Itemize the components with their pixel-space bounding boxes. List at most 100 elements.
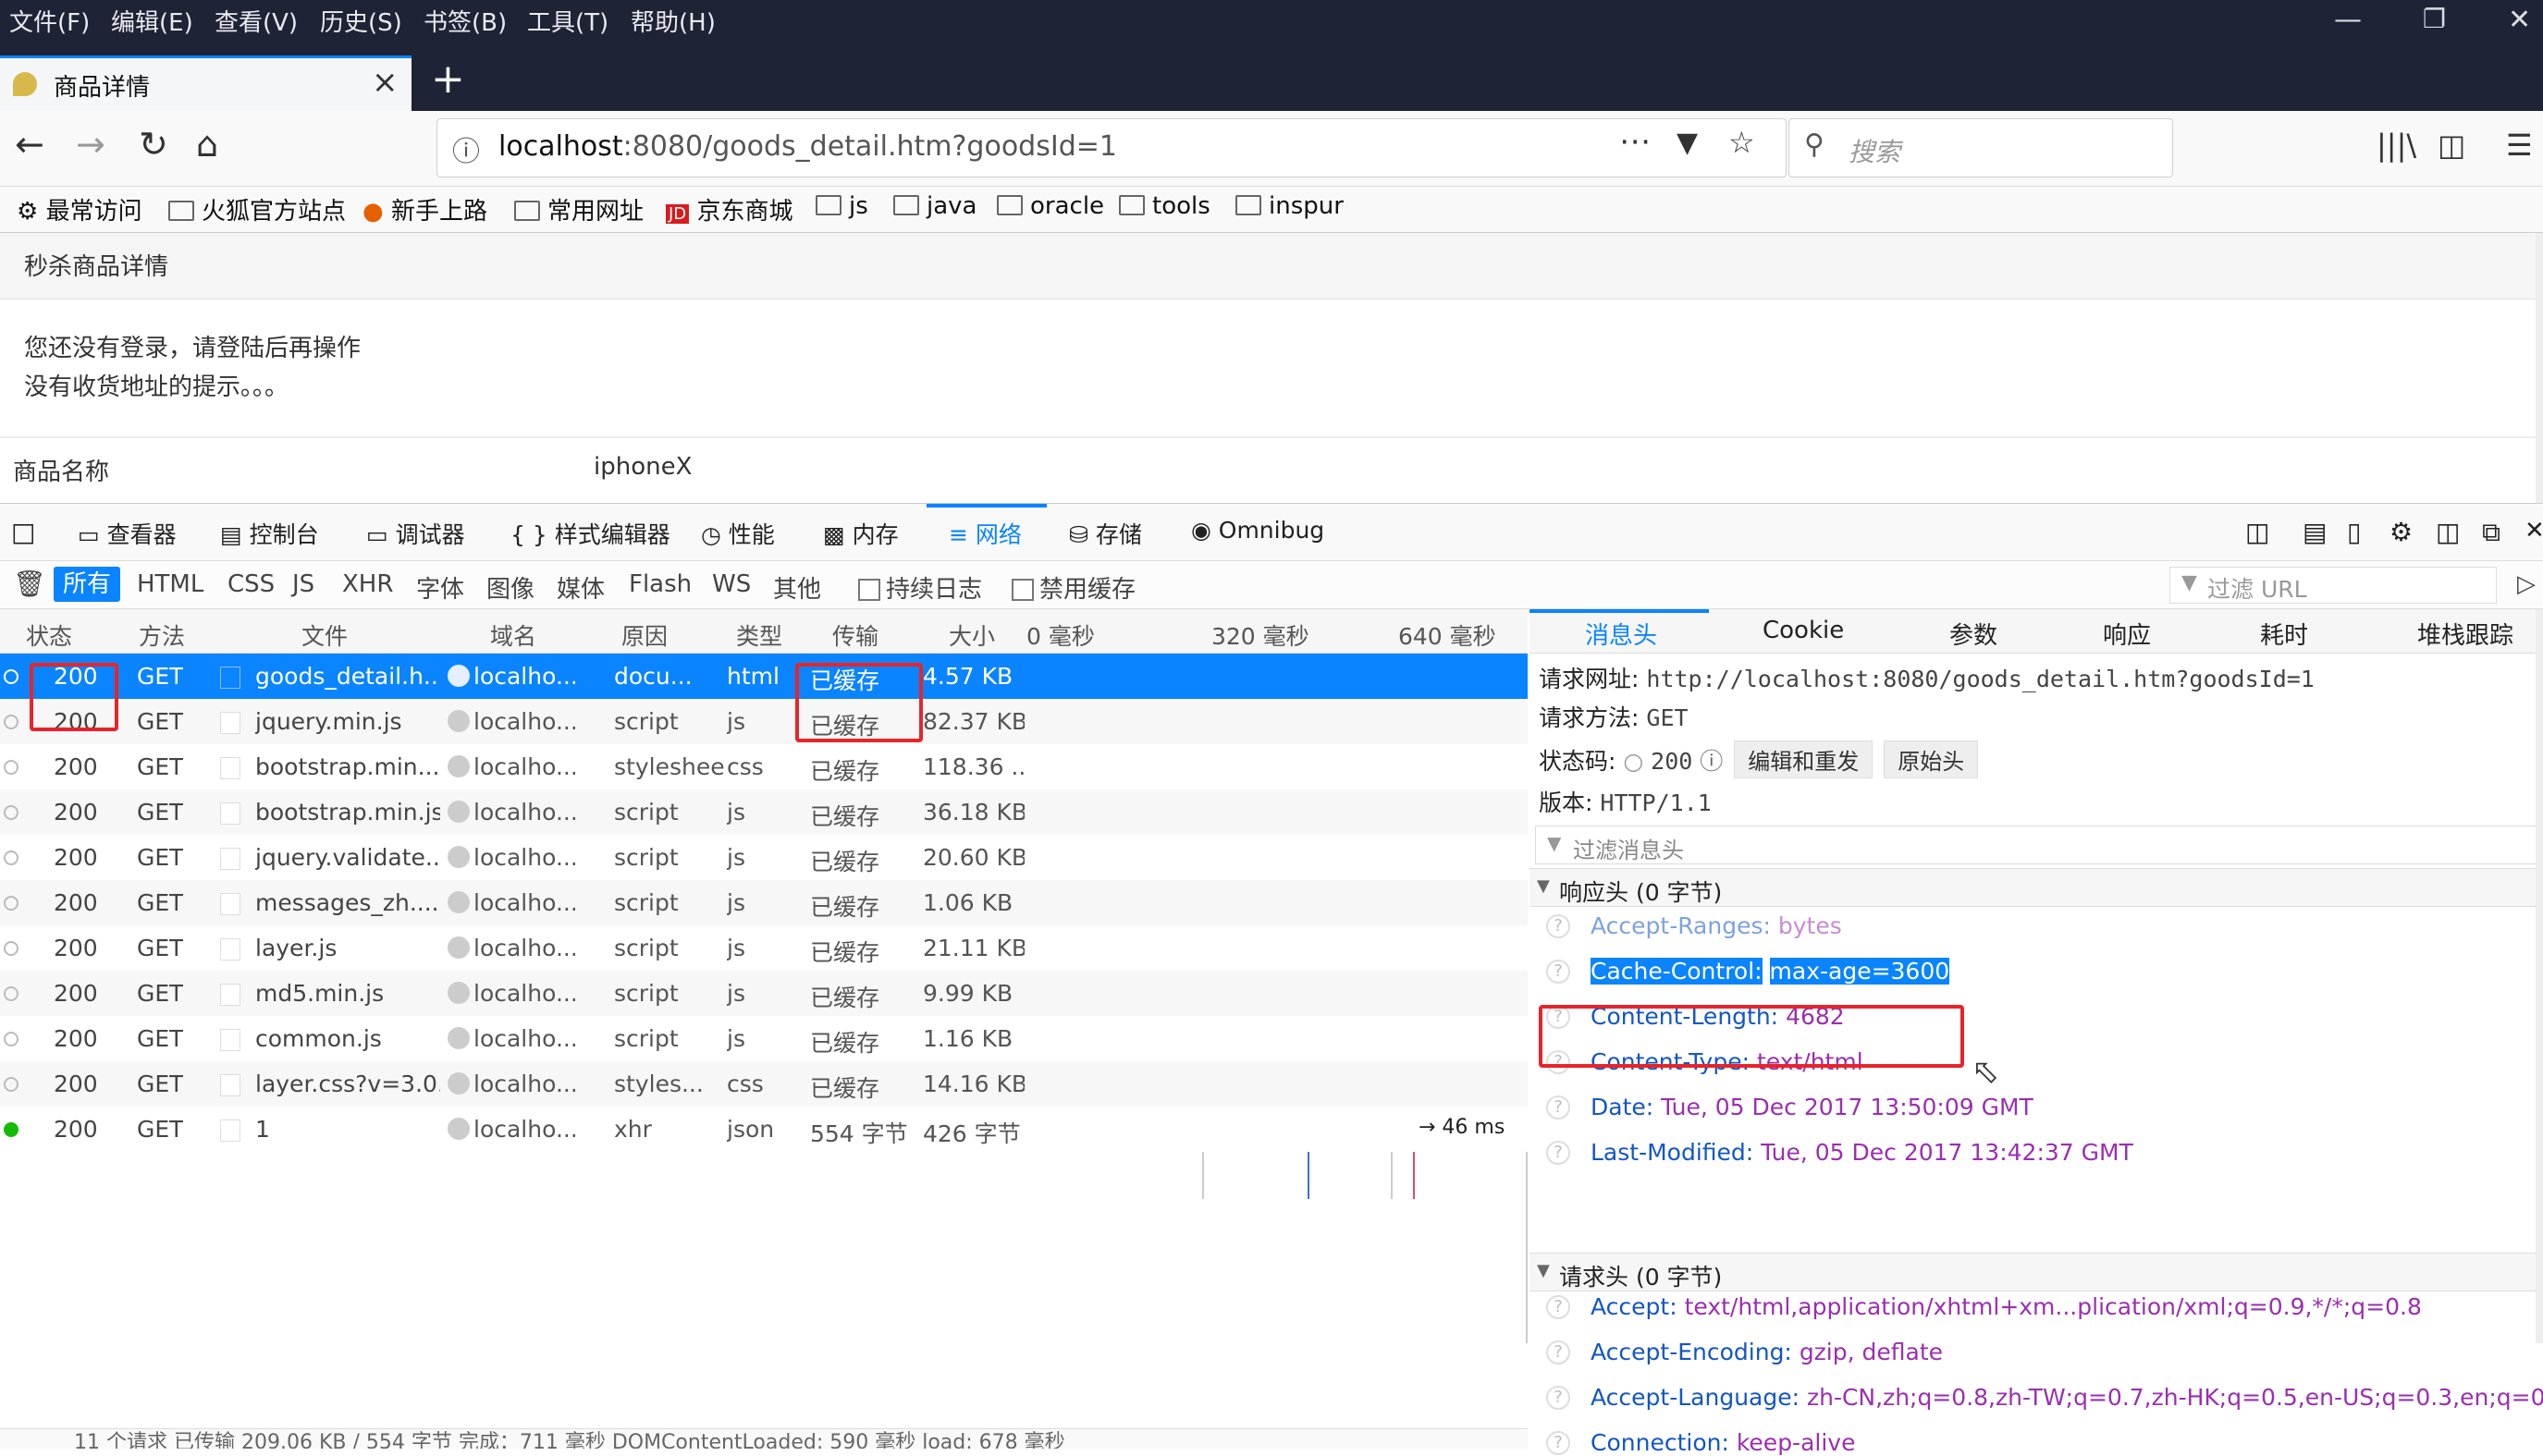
tab-stack-trace[interactable]: 堆栈跟踪 — [2417, 617, 2513, 651]
reload-icon[interactable]: ↻ — [139, 124, 168, 165]
filter-images[interactable]: 图像 — [486, 570, 534, 605]
bookmark-oracle[interactable]: oracle — [997, 192, 1104, 220]
header-help-icon[interactable]: ? — [1546, 960, 1570, 984]
menu-edit[interactable]: 编辑(E) — [111, 4, 193, 38]
col-size[interactable]: 大小 — [949, 618, 995, 652]
col-transferred[interactable]: 传输 — [832, 618, 878, 652]
clear-trash-icon[interactable]: 🗑 — [13, 569, 46, 599]
dock-side-icon[interactable]: ◫ — [2436, 517, 2460, 547]
bookmark-js[interactable]: js — [816, 192, 868, 220]
table-row[interactable]: 200 GET bootstrap.min.... localho... stylesh… — [0, 744, 1528, 789]
filter-xhr[interactable]: XHR — [342, 570, 393, 598]
tab-network[interactable]: ≡ 网络 — [949, 517, 1022, 550]
page-actions-icon[interactable]: ⋯ — [1619, 123, 1651, 160]
tab-inspector[interactable]: ▭ 查看器 — [78, 517, 177, 550]
minimize-button[interactable]: — — [2334, 4, 2362, 36]
tab-params[interactable]: 参数 — [1949, 617, 1997, 651]
bookmark-tools[interactable]: tools — [1119, 192, 1210, 220]
sidebar-icon[interactable]: ◫ — [2438, 128, 2465, 163]
table-row[interactable]: 200 GET jquery.min.js localho... script js 已缓存… — [0, 699, 1528, 744]
header-help-icon[interactable]: ? — [1546, 1095, 1570, 1120]
col-type[interactable]: 类型 — [736, 618, 782, 652]
back-icon[interactable]: ← — [15, 124, 44, 165]
filter-other[interactable]: 其他 — [773, 570, 821, 605]
filter-ws[interactable]: WS — [712, 570, 751, 598]
close-tab-icon[interactable]: × — [372, 64, 399, 101]
filter-media[interactable]: 媒体 — [557, 570, 605, 605]
pocket-icon[interactable]: ▼ — [1677, 127, 1698, 159]
bookmark-getting-started[interactable]: ● 新手上路 — [362, 192, 487, 226]
table-row[interactable]: 200 GET 1 localho... xhr json 554 字节 426 字节 → 46… — [0, 1107, 1528, 1152]
bookmark-common-sites[interactable]: 常用网址 — [514, 192, 644, 226]
header-row[interactable]: Cache-Control: max-age=3600 — [1591, 958, 1950, 985]
page-scrollbar[interactable] — [2536, 233, 2543, 503]
responsive-design-icon[interactable]: ▯ — [2347, 517, 2361, 547]
filter-fonts[interactable]: 字体 — [416, 570, 464, 605]
tab-console[interactable]: ▤ 控制台 — [220, 517, 319, 550]
persist-log-checkbox[interactable]: 持续日志 — [858, 570, 982, 605]
tab-omnibug[interactable]: ◉ Omnibug — [1191, 517, 1324, 544]
header-row[interactable]: Accept: text/html,application/xhtml+xm..… — [1591, 1293, 2422, 1320]
tab-response[interactable]: 响应 — [2103, 617, 2151, 651]
header-help-icon[interactable]: ? — [1546, 914, 1570, 938]
settings-gear-icon[interactable]: ⚙ — [2389, 517, 2413, 547]
bookmark-inspur[interactable]: inspur — [1235, 192, 1344, 220]
tab-debugger[interactable]: ▭ 调试器 — [366, 517, 465, 550]
library-icon[interactable]: |||\ — [2377, 128, 2416, 163]
col-file[interactable]: 文件 — [301, 618, 348, 652]
new-tab-button[interactable]: + — [431, 55, 465, 103]
browser-tab[interactable]: 商品详情 × — [0, 55, 412, 111]
table-row[interactable]: 200 GET layer.css?v=3.0... localho... styles… — [0, 1061, 1528, 1107]
menu-file[interactable]: 文件(F) — [9, 4, 90, 38]
site-info-icon[interactable]: ⓘ — [452, 128, 480, 169]
dock-layout-icon[interactable]: ◫ — [2245, 517, 2269, 547]
tab-style-editor[interactable]: { } 样式编辑器 — [510, 517, 670, 550]
filter-flash[interactable]: Flash — [629, 570, 692, 598]
filter-url-input[interactable]: ▼ 过滤 URL — [2169, 567, 2497, 604]
menu-help[interactable]: 帮助(H) — [631, 4, 716, 38]
table-row[interactable]: 200 GET md5.min.js localho... script js 已缓存 9.9… — [0, 971, 1528, 1016]
table-row[interactable]: 200 GET jquery.validate... localho... script… — [0, 835, 1528, 880]
search-box[interactable]: ⚲ 搜索 — [1788, 118, 2173, 177]
header-row[interactable]: Date: Tue, 05 Dec 2017 13:50:09 GMT — [1591, 1094, 2033, 1120]
restore-button[interactable]: ❐ — [2423, 4, 2446, 34]
header-row[interactable]: Accept-Ranges: bytes — [1591, 912, 1842, 939]
tab-storage[interactable]: ⛁ 存储 — [1069, 517, 1142, 550]
col-timeline-0[interactable]: 0 毫秒 — [1026, 618, 1095, 652]
hamburger-menu-icon[interactable]: ☰ — [2506, 128, 2533, 163]
edit-resend-button[interactable]: 编辑和重发 — [1734, 740, 1873, 778]
address-bar[interactable]: ⓘ localhost:8080/goods_detail.htm?goodsI… — [436, 118, 1787, 177]
table-row[interactable]: 200 GET layer.js localho... script js 已缓存 21.11… — [0, 925, 1528, 971]
response-headers-section[interactable]: ▼ 响应头 (0 字节) — [1529, 868, 2543, 907]
tab-memory[interactable]: ▩ 内存 — [823, 517, 899, 550]
col-cause[interactable]: 原因 — [621, 618, 668, 652]
menu-history[interactable]: 历史(S) — [320, 4, 402, 38]
close-devtools-icon[interactable]: ✕ — [2525, 517, 2543, 544]
table-row[interactable]: 200 GET messages_zh.... localho... script js 已… — [0, 880, 1528, 925]
menu-view[interactable]: 查看(V) — [215, 4, 298, 38]
col-domain[interactable]: 域名 — [490, 618, 536, 652]
separate-window-icon[interactable]: ⧉ — [2482, 517, 2500, 548]
bookmark-java[interactable]: java — [893, 192, 977, 220]
details-scrollbar[interactable] — [2536, 609, 2543, 1343]
close-window-button[interactable]: ✕ — [2508, 4, 2531, 36]
table-row[interactable]: 200 GET common.js localho... script js 已缓存 1.16… — [0, 1016, 1528, 1061]
filter-js[interactable]: JS — [292, 570, 314, 598]
help-icon[interactable]: ⓘ — [1700, 748, 1723, 775]
pick-element-icon[interactable]: □ — [11, 517, 35, 547]
bookmark-most-visited[interactable]: ⚙ 最常访问 — [17, 192, 142, 226]
col-method[interactable]: 方法 — [139, 618, 185, 652]
forward-icon[interactable]: → — [76, 124, 105, 165]
header-help-icon[interactable]: ? — [1546, 1386, 1570, 1410]
table-row[interactable]: 200 GET goods_detail.h... localho... docu...… — [0, 654, 1528, 699]
filter-css[interactable]: CSS — [227, 570, 275, 598]
toggle-details-icon[interactable]: ▷ — [2517, 570, 2536, 598]
header-row[interactable]: Connection: keep-alive — [1591, 1429, 1855, 1456]
bookmark-firefox-official[interactable]: 火狐官方站点 — [168, 192, 346, 226]
raw-headers-button[interactable]: 原始头 — [1884, 740, 1979, 778]
filter-html[interactable]: HTML — [137, 570, 203, 598]
header-help-icon[interactable]: ? — [1546, 1295, 1570, 1319]
disable-cache-checkbox[interactable]: 禁用缓存 — [1012, 570, 1136, 605]
bookmark-jd[interactable]: JD 京东商城 — [666, 192, 792, 226]
home-icon[interactable]: ⌂ — [196, 124, 218, 165]
